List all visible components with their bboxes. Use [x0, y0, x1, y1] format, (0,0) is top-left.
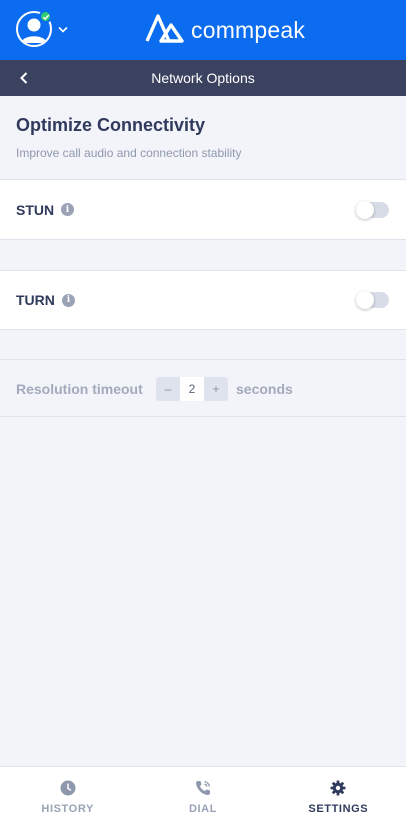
- chevron-left-icon: [20, 72, 28, 84]
- account-menu[interactable]: [16, 10, 68, 47]
- top-bar: commpeak: [0, 0, 406, 60]
- setting-row-turn: TURN i: [0, 270, 406, 330]
- nav-history[interactable]: HISTORY: [0, 767, 135, 820]
- page-header: Network Options: [0, 60, 406, 96]
- turn-toggle[interactable]: [356, 291, 389, 309]
- nav-dial-label: DIAL: [188, 803, 218, 815]
- resolution-timeout-label: Resolution timeout: [16, 381, 143, 397]
- resolution-timeout-row: Resolution timeout – 2 + seconds: [0, 359, 406, 417]
- chevron-down-icon[interactable]: [58, 20, 68, 38]
- nav-settings[interactable]: SETTINGS: [271, 767, 406, 820]
- clock-icon: [60, 779, 76, 797]
- nav-settings-label: SETTINGS: [308, 803, 369, 815]
- commpeak-logo-icon: [145, 12, 185, 49]
- info-icon[interactable]: i: [61, 203, 74, 216]
- section-header: Optimize Connectivity Improve call audio…: [0, 96, 406, 180]
- stun-label: STUN: [16, 201, 55, 218]
- nav-dial[interactable]: DIAL: [135, 767, 270, 820]
- timeout-unit: seconds: [236, 381, 293, 397]
- gear-icon: [330, 779, 346, 797]
- setting-row-stun: STUN i: [0, 180, 406, 240]
- turn-label: TURN: [16, 292, 55, 308]
- timeout-value[interactable]: 2: [180, 377, 204, 401]
- section-subtitle: Improve call audio and connection stabil…: [16, 146, 242, 160]
- online-status-icon: [39, 10, 52, 23]
- brand-logo: commpeak: [145, 12, 305, 49]
- phone-icon: [194, 779, 212, 797]
- back-button[interactable]: [14, 68, 34, 88]
- increment-button[interactable]: +: [204, 377, 228, 401]
- decrement-button[interactable]: –: [156, 377, 180, 401]
- timeout-stepper: – 2 +: [156, 377, 228, 401]
- bottom-nav: HISTORY DIAL SETTINGS: [0, 766, 406, 820]
- brand-name: commpeak: [191, 17, 306, 43]
- info-icon[interactable]: i: [62, 293, 75, 307]
- section-title: Optimize Connectivity: [16, 115, 206, 135]
- stun-toggle[interactable]: [356, 200, 389, 219]
- page-title: Network Options: [151, 70, 255, 86]
- nav-history-label: HISTORY: [41, 803, 94, 815]
